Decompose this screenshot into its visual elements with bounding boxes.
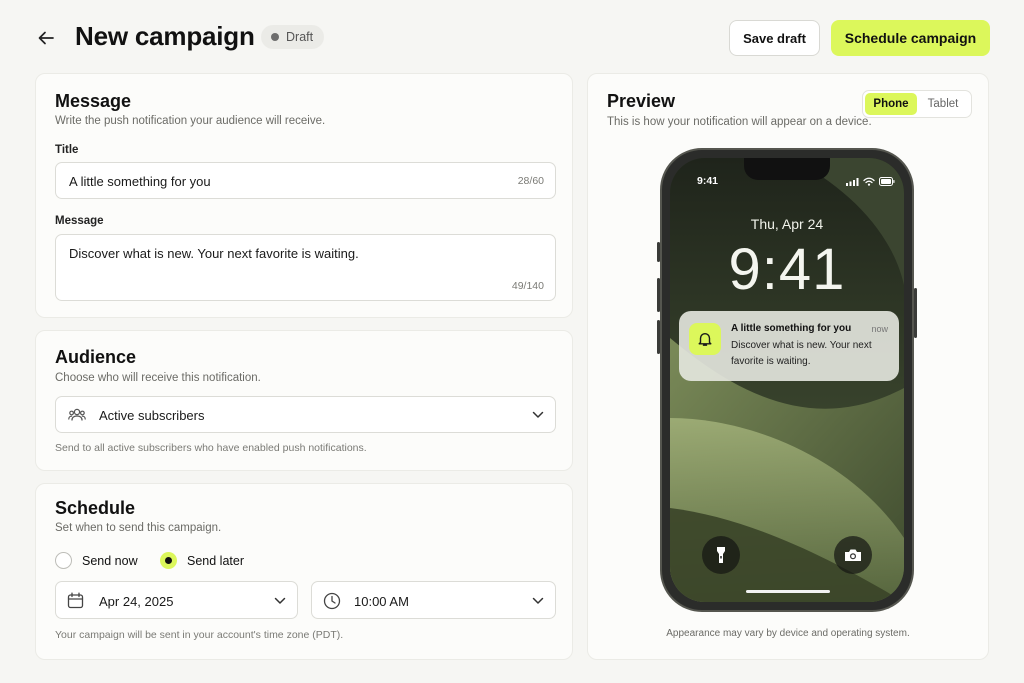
preview-description: This is how your notification will appea… [607,116,872,128]
notification-preview: A little something for you now Discover … [679,311,899,381]
schedule-description: Set when to send this campaign. [55,522,222,534]
schedule-card: Schedule Set when to send this campaign.… [35,483,573,660]
message-card: Message Write the push notification your… [35,73,573,318]
message-textarea-value: Discover what is new. Your next favorite… [69,246,359,261]
chevron-down-icon [532,597,544,604]
notification-time: now [871,324,888,334]
time-picker[interactable]: 10:00 AM [311,581,556,619]
bell-icon [698,333,712,346]
back-arrow-icon [38,31,54,45]
message-textarea[interactable]: Discover what is new. Your next favorite… [55,234,556,301]
status-badge-label: Draft [286,30,314,44]
clock-icon [323,592,341,610]
calendar-icon [67,592,84,609]
save-draft-button[interactable]: Save draft [729,20,820,56]
send-now-radio-circle [55,552,72,569]
preview-heading: Preview [607,91,676,111]
lock-screen-date: Thu, Apr 24 [750,216,824,232]
schedule-campaign-button[interactable]: Schedule campaign [831,20,990,56]
page-header: New campaign Draft Save draft Schedule c… [0,0,1024,74]
phone-side-button [914,288,917,338]
date-picker-value: Apr 24, 2025 [99,594,174,609]
schedule-hint: Your campaign will be sent in your accou… [55,629,344,641]
users-icon [68,408,86,421]
tablet-tab[interactable]: Tablet [917,93,969,115]
home-indicator [746,590,830,593]
battery-icon [879,177,895,186]
chevron-down-icon [532,411,544,418]
audience-hint: Send to all active subscribers who have … [55,442,367,454]
message-label: Message [55,215,104,227]
send-later-radio[interactable]: Send later [160,552,244,569]
page-title: New campaign [75,21,255,51]
message-heading: Message [55,91,132,111]
app-icon [689,323,721,355]
phone-mockup: 9:41 Thu, Apr 24 9:41 A little something… [660,148,914,612]
flashlight-button [702,536,740,574]
title-counter: 28/60 [517,175,544,187]
notification-title: A little something for you [731,323,852,334]
send-later-radio-circle [160,552,177,569]
time-picker-value: 10:00 AM [354,594,409,609]
phone-notch [744,158,830,180]
audience-description: Choose who will receive this notificatio… [55,372,261,384]
status-dot [271,33,279,41]
chevron-down-icon [274,597,286,604]
send-now-label: Send now [82,553,138,568]
lock-screen-time: 9:41 [728,237,846,302]
audience-select[interactable]: Active subscribers [55,396,556,433]
title-input-value: A little something for you [69,174,211,189]
device-toggle: Phone Tablet [862,90,972,118]
phone-tab[interactable]: Phone [865,93,917,115]
back-button[interactable] [34,26,58,50]
signal-icon [846,178,859,186]
message-description: Write the push notification your audienc… [55,115,326,127]
preview-disclaimer: Appearance may vary by device and operat… [666,628,910,639]
audience-card: Audience Choose who will receive this no… [35,330,573,471]
title-label: Title [55,144,79,156]
date-picker[interactable]: Apr 24, 2025 [55,581,298,619]
message-counter: 49/140 [511,280,544,292]
notification-body: Discover what is new. Your next favorite… [731,340,872,367]
wifi-icon [863,177,875,186]
schedule-heading: Schedule [55,498,136,518]
phone-screen: 9:41 Thu, Apr 24 9:41 A little something… [670,158,904,602]
send-now-radio[interactable]: Send now [55,552,138,569]
phone-status-time: 9:41 [697,175,719,187]
audience-heading: Audience [55,347,137,367]
flashlight-icon [717,547,725,563]
audience-select-value: Active subscribers [99,408,205,423]
send-later-label: Send later [187,553,244,568]
camera-icon [845,549,861,561]
status-badge: Draft [261,25,325,49]
title-input[interactable]: A little something for you 28/60 [55,162,556,199]
camera-button [834,536,872,574]
